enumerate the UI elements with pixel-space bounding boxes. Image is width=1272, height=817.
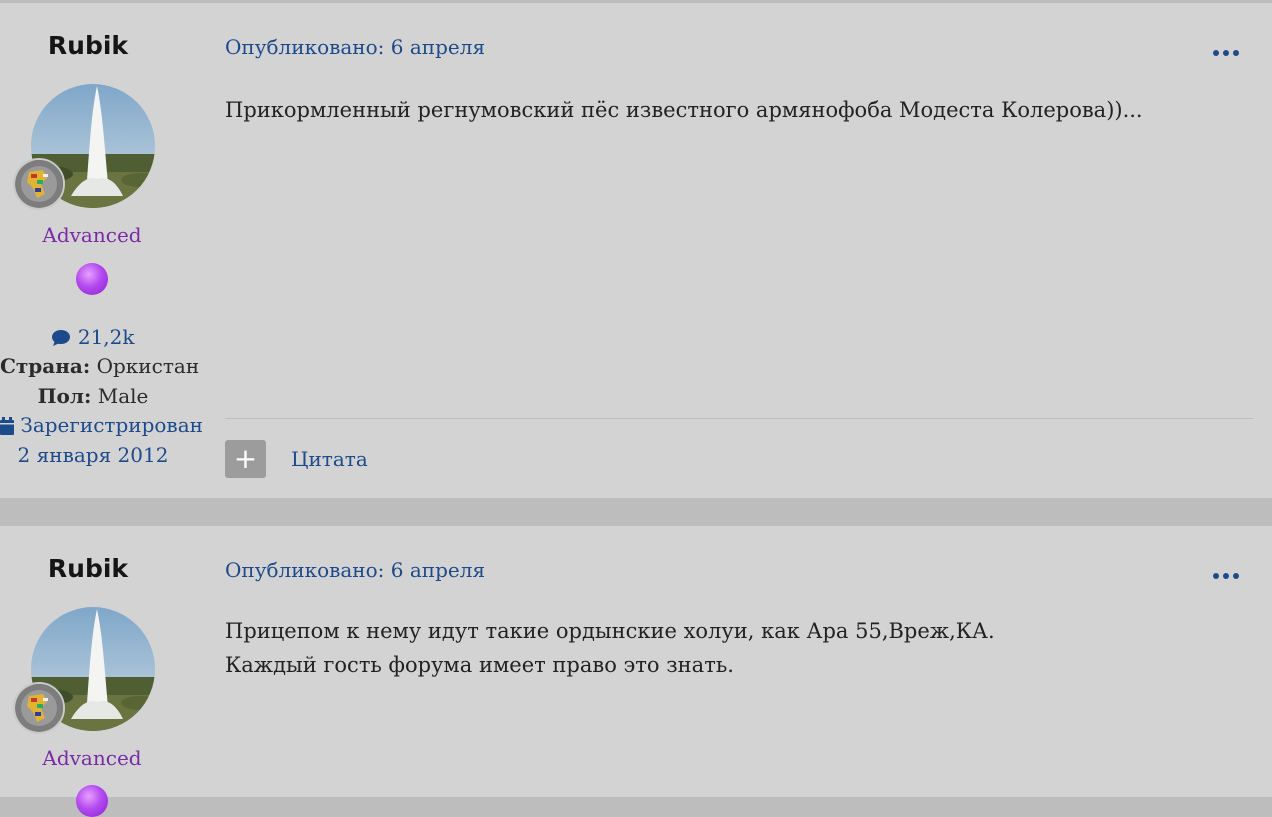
post-content: Прикормленный регнумовский пёс известног… [225,93,1225,127]
registered-date: 2 января 2012 [17,443,169,467]
post-line: Прицепом к нему идут такие ордынские хол… [225,619,995,643]
ellipsis-icon[interactable] [1212,43,1240,56]
post-date-link[interactable]: Опубликовано: 6 апреля [225,557,485,583]
post-count-link[interactable]: 21,2k [0,324,186,353]
comment-icon [51,327,71,353]
registered-label: Зарегистрирован [20,413,203,437]
gender-value: Male [97,384,149,408]
post-divider [225,418,1253,419]
ellipsis-icon[interactable] [1212,566,1240,579]
country-label: Страна: [0,354,91,378]
forum-post: Rubik Advanced Опубликовано: 6 апреля Пр… [0,526,1272,817]
calendar-icon [0,415,14,441]
country-value: Оркистан [96,354,200,378]
registered-row: Зарегистрирован [0,412,203,441]
gender-label: Пол: [37,384,92,408]
country-row: Страна: Оркистан [0,353,199,379]
rank-pip [76,785,108,817]
rank-badge-globe-icon [13,158,65,210]
author-name-link[interactable]: Rubik [0,31,176,61]
post-line: Прикормленный регнумовский пёс известног… [225,98,1143,122]
member-rank: Advanced [42,223,142,247]
rank-pip [76,263,108,295]
quote-button[interactable]: Цитата [291,446,368,472]
post-count: 21,2k [77,325,135,349]
post-line: Каждый гость форума имеет право это знат… [225,653,734,677]
post-date-link[interactable]: Опубликовано: 6 апреля [225,34,485,60]
forum-post: Rubik Advanced 21,2k Страна: Оркистан По… [0,3,1272,498]
member-rank: Advanced [42,746,142,770]
gender-row: Пол: Male [0,383,186,409]
post-content: Прицепом к нему идут такие ордынские хол… [225,614,1225,682]
author-name-link[interactable]: Rubik [0,554,176,584]
rank-badge-globe-icon [13,682,65,734]
reaction-plus-button[interactable]: + [225,440,266,478]
